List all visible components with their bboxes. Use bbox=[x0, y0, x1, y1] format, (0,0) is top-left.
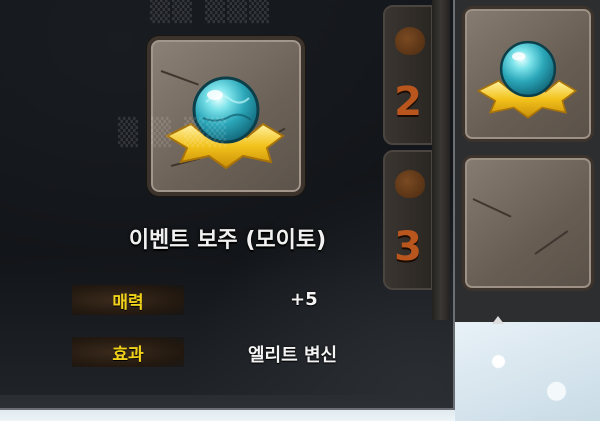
stat-label-effect: 효과 bbox=[72, 337, 184, 367]
background-title-text: ▒▒ ▒▒▒ bbox=[150, 0, 272, 24]
orb-on-golden-cloth-icon bbox=[164, 76, 285, 170]
inventory-slot[interactable] bbox=[462, 6, 594, 142]
orb-on-golden-cloth-icon bbox=[476, 40, 578, 119]
mouse-cursor-icon bbox=[492, 316, 504, 324]
stat-value-effect: 엘리트 변신 bbox=[248, 345, 338, 366]
pouch-icon bbox=[395, 27, 425, 55]
background-sign-text: ▒ ▒ ▒▒ bbox=[118, 118, 229, 148]
item-name: 이벤트 보주 (모이토) bbox=[128, 228, 327, 253]
tab-divider bbox=[432, 0, 450, 320]
snow-ground-right bbox=[455, 322, 600, 421]
inventory-slot-empty[interactable] bbox=[462, 155, 594, 291]
tab-number: 3 bbox=[394, 224, 422, 270]
inventory-tab-3[interactable]: 3 bbox=[383, 150, 433, 290]
stat-label-charm: 매력 bbox=[72, 285, 184, 315]
stat-value-charm: +5 bbox=[290, 289, 318, 310]
tab-number: 2 bbox=[394, 79, 422, 125]
pouch-icon bbox=[395, 170, 425, 198]
inventory-tab-2[interactable]: 2 bbox=[383, 5, 433, 145]
item-icon-frame bbox=[147, 36, 305, 196]
